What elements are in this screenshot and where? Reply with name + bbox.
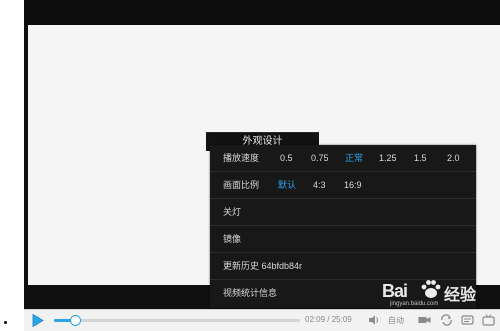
watermark-brand: Bai <box>382 281 408 301</box>
progress-track[interactable] <box>54 315 300 326</box>
time-display: 02:09 / 25:09 <box>305 315 352 324</box>
tv-icon[interactable] <box>482 314 495 326</box>
time-separator: / <box>327 315 330 324</box>
speed-option-normal[interactable]: 正常 <box>345 145 363 172</box>
volume-icon[interactable] <box>368 314 380 326</box>
watermark-cn: 经验 <box>444 287 477 304</box>
ratio-option-default[interactable]: 默认 <box>278 172 296 199</box>
speed-option-2.0[interactable]: 2.0 <box>447 145 460 172</box>
menu-row-ratio: 画面比例 默认 4:3 16:9 <box>210 172 476 199</box>
menu-item-lights-off[interactable]: 关灯 <box>210 199 476 226</box>
control-bar: 02:09 / 25:09 自动 <box>24 309 500 331</box>
speed-option-1.25[interactable]: 1.25 <box>379 145 397 172</box>
speed-option-0.75[interactable]: 0.75 <box>311 145 329 172</box>
loop-icon[interactable] <box>440 314 453 326</box>
play-icon[interactable] <box>32 314 44 327</box>
speed-option-1.5[interactable]: 1.5 <box>414 145 427 172</box>
watermark: Bai 经验 jingyan.baidu.com <box>382 275 498 309</box>
danmaku-icon[interactable] <box>461 314 474 326</box>
paw-icon <box>421 280 441 298</box>
camera-icon[interactable] <box>418 314 431 326</box>
player-top-bar <box>24 0 500 25</box>
progress-handle[interactable] <box>70 315 82 326</box>
ratio-option-4-3[interactable]: 4:3 <box>313 172 326 199</box>
speed-label: 播放速度 <box>223 153 260 163</box>
speed-option-0.5[interactable]: 0.5 <box>280 145 293 172</box>
menu-item-mirror[interactable]: 镜像 <box>210 226 476 253</box>
ratio-label: 画面比例 <box>223 180 260 190</box>
watermark-url: jingyan.baidu.com <box>390 301 439 307</box>
quality-selector[interactable]: 自动 <box>388 315 404 326</box>
bullet-dot <box>4 321 7 324</box>
current-time: 02:09 <box>305 315 326 324</box>
total-time: 25:09 <box>331 315 352 324</box>
menu-row-speed: 播放速度 0.5 0.75 正常 1.25 1.5 2.0 <box>210 145 476 172</box>
ratio-option-16-9[interactable]: 16:9 <box>344 172 362 199</box>
